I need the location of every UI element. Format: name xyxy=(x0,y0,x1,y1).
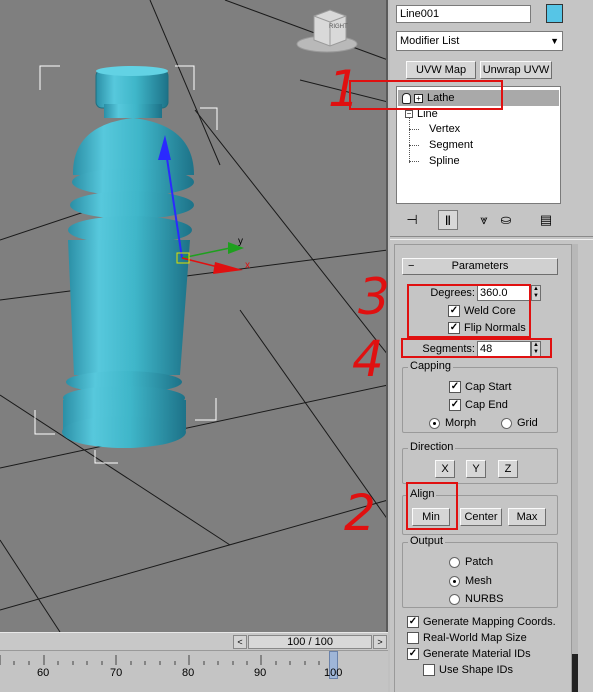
generate-mapping-checkbox[interactable]: ✓ Generate Mapping Coords. xyxy=(407,615,556,631)
direction-group: Direction X Y Z xyxy=(402,441,558,484)
bottle-object xyxy=(62,66,194,448)
real-world-map-checkbox[interactable]: Real-World Map Size xyxy=(407,631,527,647)
radio-icon xyxy=(449,593,460,605)
check-icon: ✓ xyxy=(407,616,419,629)
remove-modifier-icon[interactable]: ⛀ xyxy=(496,210,516,230)
time-next-button[interactable]: > xyxy=(373,635,387,649)
scrollbar-thumb[interactable] xyxy=(572,654,578,692)
viewcube-face-label: RIGHT xyxy=(329,24,348,30)
tick-label: 70 xyxy=(110,667,123,679)
annotation-number-4: 4 xyxy=(352,330,384,388)
tick-label: 100 xyxy=(324,667,343,679)
annotation-number-3: 3 xyxy=(358,268,390,326)
panel-scrollbar[interactable] xyxy=(572,244,578,692)
patch-radio[interactable]: Patch xyxy=(449,555,493,571)
radio-selected-icon xyxy=(429,417,440,429)
direction-z-button[interactable]: Z xyxy=(498,460,518,478)
capping-group: Capping ✓ Cap Start ✓ Cap End Morph Grid xyxy=(402,360,558,433)
panel-divider xyxy=(390,236,593,240)
make-unique-icon[interactable]: ⩔ xyxy=(474,210,494,230)
collapse-icon: − xyxy=(408,260,415,272)
track-bar[interactable]: 60 70 80 90 100 xyxy=(0,650,388,692)
x-axis-label: x xyxy=(245,260,250,271)
grid-label: Grid xyxy=(517,417,538,429)
morph-label: Morph xyxy=(445,417,477,429)
stack-toolbar: ⊣ Ⅱ ⩔ ⛀ ▤ xyxy=(396,208,561,230)
pin-stack-icon[interactable]: ⊣ xyxy=(402,210,422,230)
time-slider-bar: < 100 / 100 > xyxy=(0,632,388,650)
checkbox-empty-icon xyxy=(423,664,435,677)
direction-title: Direction xyxy=(408,441,456,453)
time-prev-button[interactable]: < xyxy=(233,635,247,649)
tick-label: 80 xyxy=(182,667,195,679)
stack-subitem-spline[interactable]: Spline xyxy=(429,153,460,169)
object-name-field[interactable]: Line001 xyxy=(396,5,531,23)
cap-end-checkbox[interactable]: ✓ Cap End xyxy=(449,398,508,414)
mesh-label: Mesh xyxy=(465,575,492,587)
unwrap-uvw-button[interactable]: Unwrap UVW xyxy=(480,61,552,79)
output-title: Output xyxy=(408,535,446,547)
direction-y-button[interactable]: Y xyxy=(466,460,486,478)
rollout-title: Parameters xyxy=(451,260,509,272)
modifier-list-dropdown[interactable]: Modifier List ▼ xyxy=(396,31,563,51)
annotation-number-1: 1 xyxy=(328,60,360,118)
output-group: Output Patch Mesh NURBS xyxy=(402,535,558,608)
annotation-box-lathe xyxy=(349,80,503,110)
annotation-box-degrees xyxy=(407,284,531,338)
morph-radio[interactable]: Morph xyxy=(429,416,476,432)
cap-end-label: Cap End xyxy=(465,399,508,411)
nurbs-radio[interactable]: NURBS xyxy=(449,592,504,608)
radio-selected-icon xyxy=(449,575,460,587)
annotation-number-2: 2 xyxy=(344,484,376,542)
real-world-map-label: Real-World Map Size xyxy=(423,632,527,644)
use-shape-ids-checkbox[interactable]: Use Shape IDs xyxy=(423,663,513,679)
use-shape-ids-label: Use Shape IDs xyxy=(439,664,513,676)
nurbs-label: NURBS xyxy=(465,593,504,605)
cap-start-checkbox[interactable]: ✓ Cap Start xyxy=(449,380,511,396)
radio-icon xyxy=(501,417,512,429)
cap-start-label: Cap Start xyxy=(465,381,512,393)
check-icon: ✓ xyxy=(449,381,461,394)
parameters-rollout-header[interactable]: − Parameters xyxy=(402,258,558,275)
checkbox-empty-icon xyxy=(407,632,419,645)
configure-modifier-sets-icon[interactable]: ▤ xyxy=(536,210,556,230)
tick-label: 60 xyxy=(37,667,50,679)
generate-material-ids-label: Generate Material IDs xyxy=(423,648,531,660)
modifier-list-label: Modifier List xyxy=(400,35,460,47)
tick-label: 90 xyxy=(254,667,267,679)
degrees-spin-arrows[interactable]: ▲ ▼ xyxy=(531,285,541,301)
uvw-map-button[interactable]: UVW Map xyxy=(406,61,476,79)
grid-radio[interactable]: Grid xyxy=(501,416,538,432)
viewcube[interactable] xyxy=(296,9,358,53)
patch-label: Patch xyxy=(465,556,494,568)
align-max-button[interactable]: Max xyxy=(508,508,546,526)
generate-mapping-label: Generate Mapping Coords. xyxy=(423,616,556,628)
stack-subitem-segment[interactable]: Segment xyxy=(429,137,473,153)
time-slider[interactable]: 100 / 100 xyxy=(248,635,372,649)
show-end-result-icon[interactable]: Ⅱ xyxy=(438,210,458,230)
check-icon: ✓ xyxy=(407,648,419,661)
y-axis-label: y xyxy=(238,236,243,247)
stack-subitem-vertex[interactable]: Vertex xyxy=(429,121,460,137)
capping-title: Capping xyxy=(408,360,453,372)
direction-x-button[interactable]: X xyxy=(435,460,455,478)
radio-icon xyxy=(449,556,460,568)
mesh-radio[interactable]: Mesh xyxy=(449,574,492,590)
generate-material-ids-checkbox[interactable]: ✓ Generate Material IDs xyxy=(407,647,531,663)
chevron-down-icon: ▼ xyxy=(550,36,559,46)
check-icon: ✓ xyxy=(449,399,461,412)
annotation-box-align-min xyxy=(406,482,458,530)
align-center-button[interactable]: Center xyxy=(460,508,502,526)
object-color-swatch[interactable] xyxy=(546,4,563,23)
annotation-box-segments xyxy=(401,338,552,358)
